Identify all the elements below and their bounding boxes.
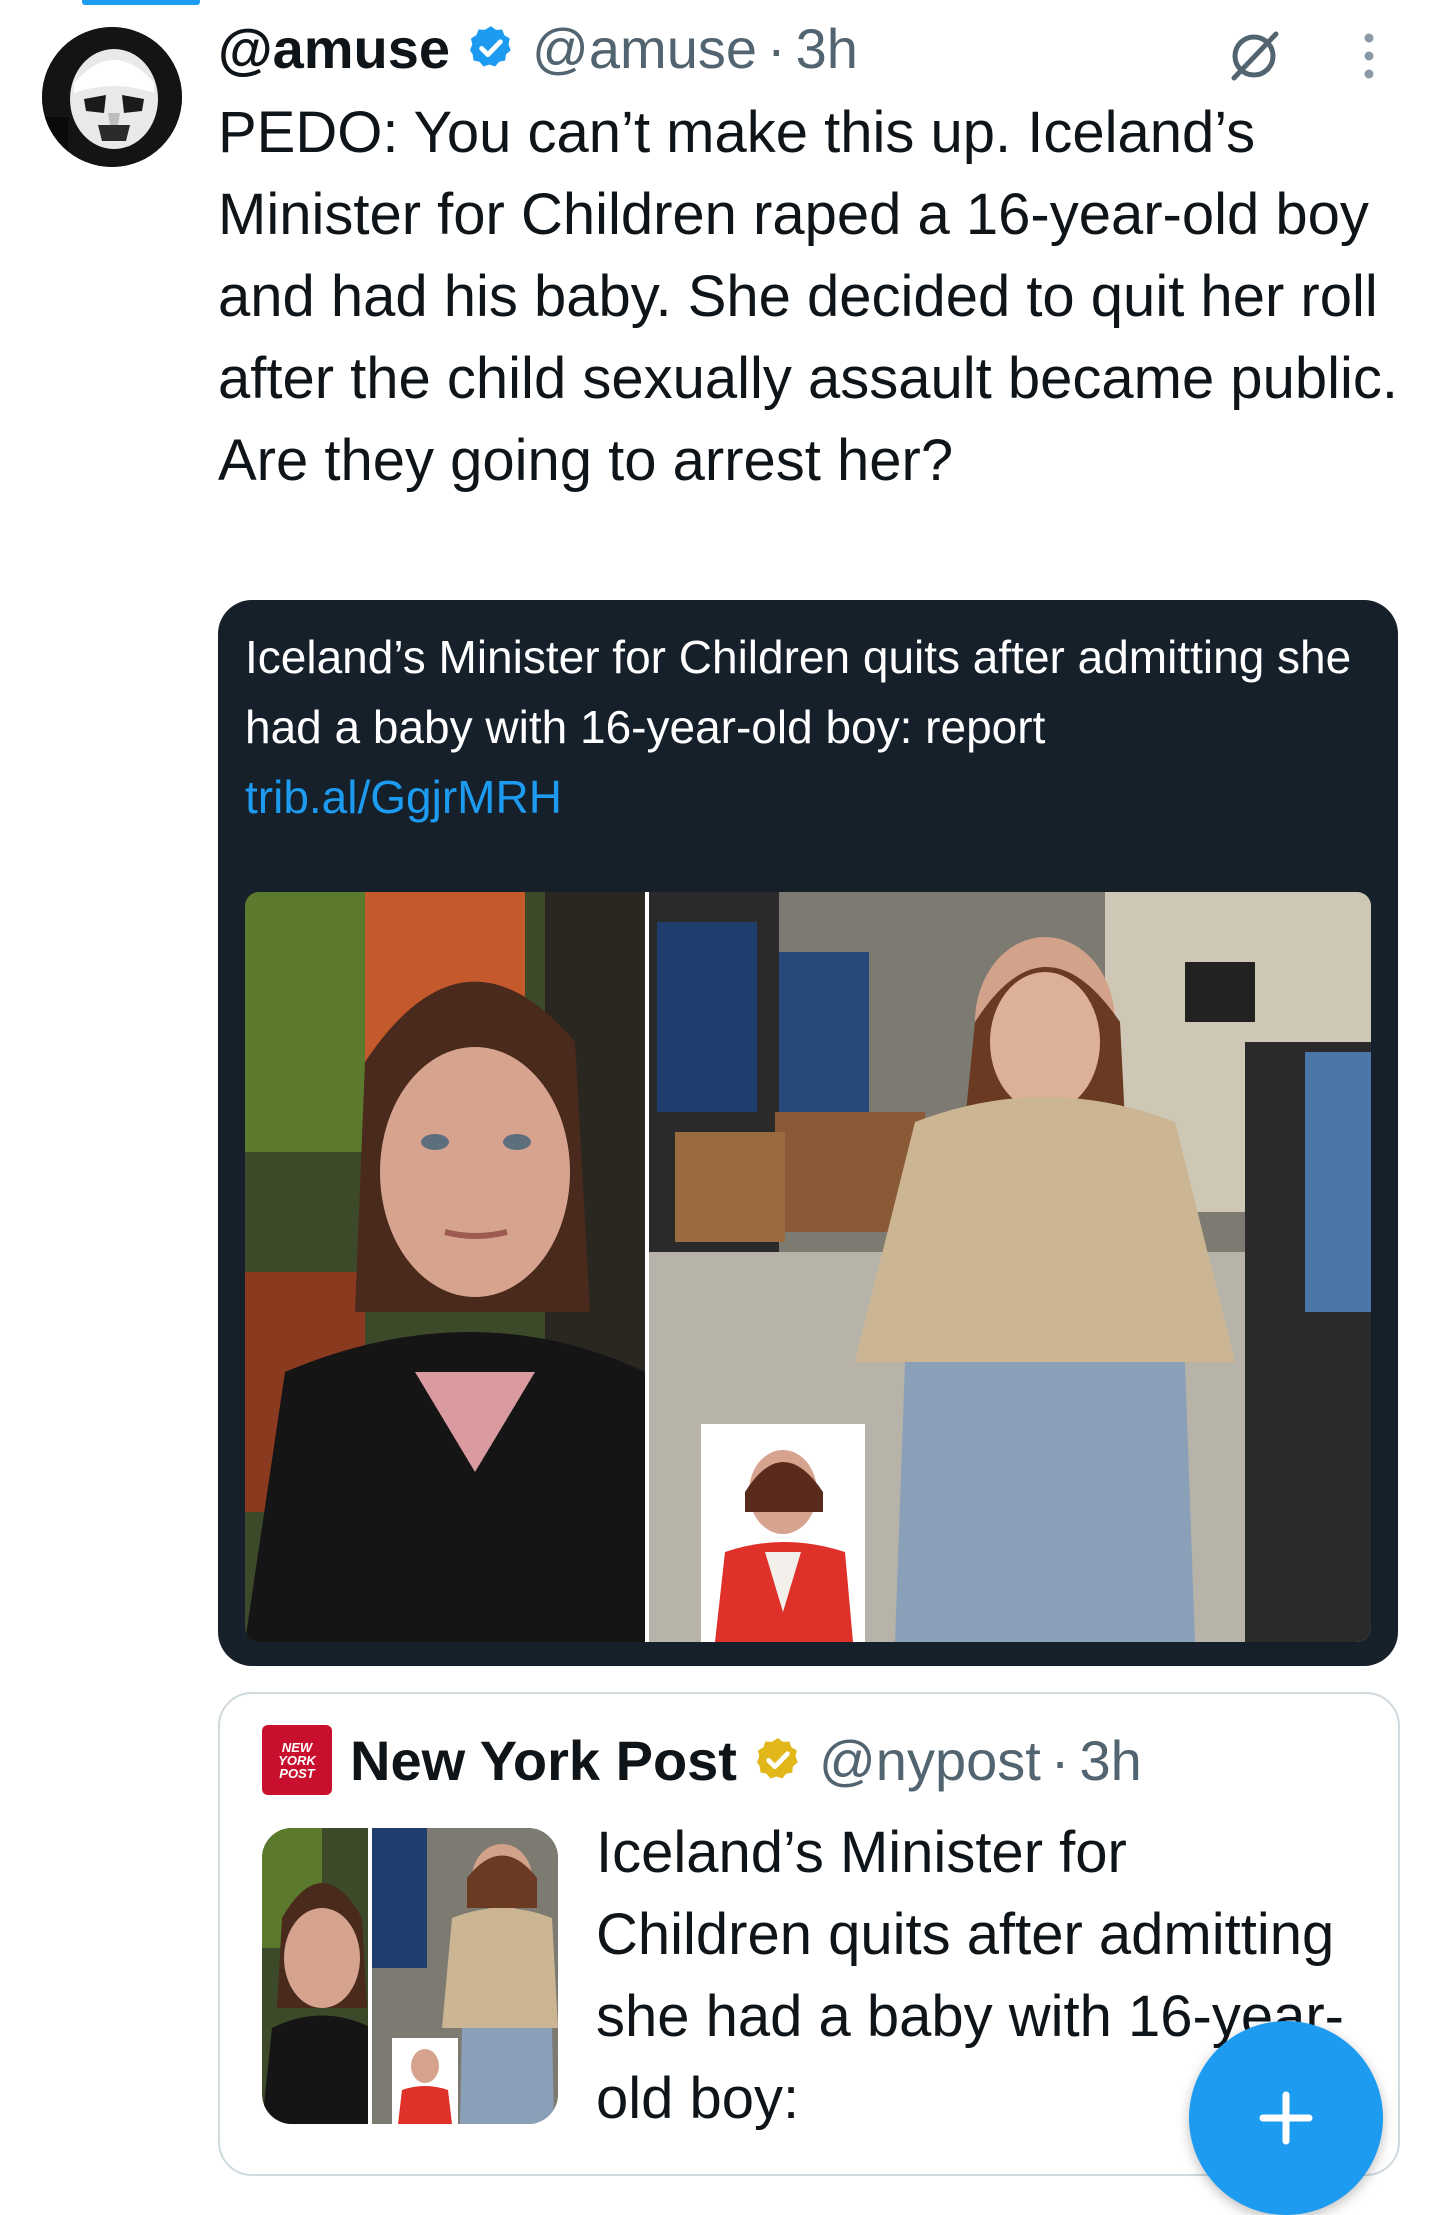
media-card[interactable]: Iceland’s Minister for Children quits af…: [218, 600, 1398, 1666]
quoted-tweet-time: 3h: [1079, 1728, 1142, 1792]
quoted-author-name[interactable]: New York Post: [350, 1728, 737, 1793]
grok-icon[interactable]: [1226, 28, 1282, 84]
nypost-logo-line: YORK: [278, 1752, 316, 1768]
plus-icon: [1259, 2091, 1313, 2145]
author-avatar[interactable]: [42, 27, 182, 167]
author-handle[interactable]: @amuse: [532, 16, 757, 81]
quoted-thumbnail-image: [262, 1828, 558, 2124]
stormtrooper-avatar-image: [42, 27, 182, 167]
more-vertical-icon[interactable]: [1356, 28, 1382, 84]
media-card-link[interactable]: trib.al/GgjrMRH: [245, 771, 562, 823]
quoted-thumbnail: [262, 1828, 558, 2124]
tab-indicator: [82, 0, 200, 5]
separator-dot: ·: [766, 16, 786, 80]
verified-badge-icon: [470, 26, 511, 67]
media-card-headline: Iceland’s Minister for Children quits af…: [245, 631, 1352, 753]
quoted-tweet-header: NEW YORK POST New York Post @nypost · 3h: [262, 1725, 1142, 1795]
separator-dot: ·: [1050, 1728, 1070, 1792]
tweet-header: @amuse @amuse · 3h: [218, 16, 858, 80]
nypost-logo-icon: NEW YORK POST: [262, 1725, 332, 1795]
quoted-author-handle[interactable]: @nypost: [819, 1728, 1041, 1793]
gold-verified-badge-icon: [756, 1738, 798, 1779]
nypost-logo-line: NEW: [281, 1739, 313, 1755]
author-name[interactable]: @amuse: [218, 16, 450, 81]
tweet-text: PEDO: You can’t make this up. Iceland’s …: [218, 100, 1398, 493]
media-card-text: Iceland’s Minister for Children quits af…: [245, 622, 1365, 832]
media-image[interactable]: [245, 892, 1371, 1642]
media-photo-collage: [245, 892, 1371, 1642]
nypost-logo-line: POST: [279, 1765, 315, 1781]
tweet-time[interactable]: 3h: [796, 16, 858, 81]
compose-button[interactable]: [1189, 2021, 1383, 2215]
